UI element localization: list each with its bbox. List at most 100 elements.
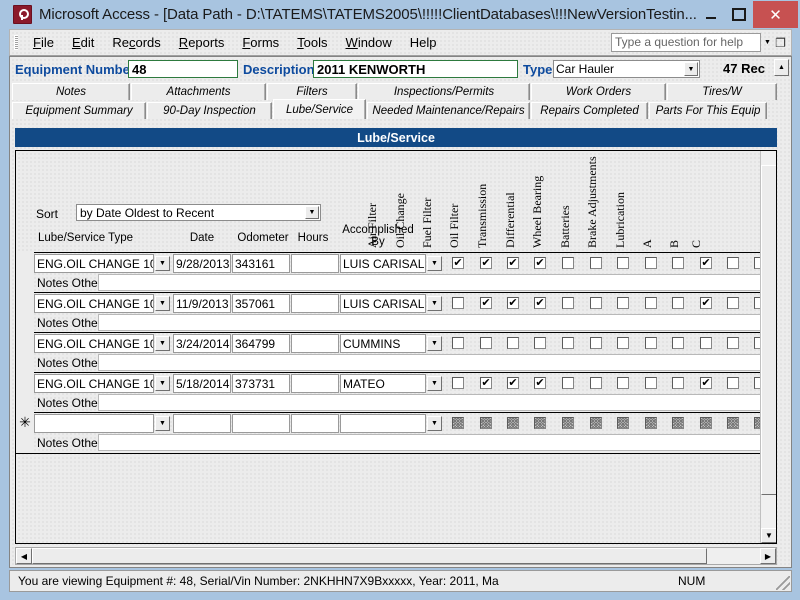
row-checkbox-transmission[interactable] [562,337,574,349]
row-type-dropdown-button[interactable]: ▼ [155,296,170,311]
row-notes-field[interactable] [98,394,761,411]
tab-notes[interactable]: Notes [12,83,130,100]
row-checkbox-wheel-bearing[interactable] [617,337,629,349]
hscroll-thumb[interactable] [32,548,707,564]
row-checkbox-c[interactable] [776,257,777,269]
row-checkbox-fuel-filter[interactable] [507,337,519,349]
form-horizontal-scrollbar[interactable]: ◀ ▶ [15,547,777,565]
row-hours-field[interactable] [291,294,339,313]
row-notes-field[interactable] [98,354,761,371]
row-checkbox-transmission[interactable] [562,297,574,309]
row-checkbox-batteries[interactable] [645,257,657,269]
row-checkbox-oil-change[interactable]: ✔ [480,297,492,309]
description-field[interactable]: 2011 KENWORTH [313,60,518,78]
menu-window[interactable]: Window [337,32,401,53]
row-odometer-field[interactable]: 357061 [232,294,290,313]
record-selector[interactable] [16,372,34,412]
tab-attachments[interactable]: Attachments [131,83,266,100]
row-checkbox-oil-filter[interactable]: ✔ [534,257,546,269]
row-checkbox-lubrication[interactable]: ✔ [700,377,712,389]
help-question-input[interactable]: Type a question for help [611,33,761,52]
row-checkbox-fuel-filter[interactable]: ✔ [507,257,519,269]
row-checkbox-batteries[interactable] [645,417,657,429]
row-checkbox-transmission[interactable] [562,377,574,389]
record-selector[interactable] [16,252,34,292]
row-checkbox-differential[interactable] [590,417,602,429]
tab-90-day-inspection[interactable]: 90-Day Inspection [147,102,272,119]
row-accomplished-by-field[interactable] [340,414,426,433]
row-checkbox-differential[interactable] [590,337,602,349]
row-checkbox-air-filter[interactable] [452,337,464,349]
row-type-field[interactable]: ENG.OIL CHANGE 10k [34,294,154,313]
row-odometer-field[interactable]: 343161 [232,254,290,273]
resize-grip-icon[interactable] [776,576,790,590]
row-odometer-field[interactable]: 373731 [232,374,290,393]
row-hours-field[interactable] [291,414,339,433]
row-accomplished-by-dropdown-button[interactable]: ▼ [427,376,442,391]
record-scroll-up-button[interactable]: ▲ [774,59,789,76]
row-hours-field[interactable] [291,374,339,393]
row-accomplished-by-field[interactable]: CUMMINS [340,334,426,353]
row-checkbox-wheel-bearing[interactable] [617,297,629,309]
row-checkbox-brake-adjustments[interactable] [672,257,684,269]
tab-work-orders[interactable]: Work Orders [531,83,666,100]
record-selector[interactable] [16,332,34,372]
row-checkbox-a[interactable] [727,297,739,309]
hscroll-right-button[interactable]: ▶ [760,548,776,564]
row-notes-field[interactable] [98,274,761,291]
row-odometer-field[interactable]: 364799 [232,334,290,353]
tab-parts-for-this-equip[interactable]: Parts For This Equip [649,102,767,119]
row-checkbox-brake-adjustments[interactable] [672,337,684,349]
row-checkbox-a[interactable] [727,417,739,429]
row-type-field[interactable]: ENG.OIL CHANGE 10k [34,374,154,393]
panel-vertical-scrollbar[interactable]: ▼ [760,151,776,543]
tab-needed-maintenance-repairs[interactable]: Needed Maintenance/Repairs [367,102,530,119]
row-checkbox-fuel-filter[interactable] [507,417,519,429]
row-date-field[interactable]: 5/18/2014 [173,374,231,393]
row-checkbox-c[interactable] [776,377,777,389]
row-accomplished-by-dropdown-button[interactable]: ▼ [427,416,442,431]
tab-filters[interactable]: Filters [267,83,357,100]
row-checkbox-oil-change[interactable]: ✔ [480,377,492,389]
menu-forms[interactable]: Forms [233,32,288,53]
row-checkbox-c[interactable] [776,297,777,309]
row-checkbox-wheel-bearing[interactable] [617,417,629,429]
row-checkbox-fuel-filter[interactable]: ✔ [507,297,519,309]
row-checkbox-brake-adjustments[interactable] [672,377,684,389]
row-accomplished-by-dropdown-button[interactable]: ▼ [427,256,442,271]
row-checkbox-brake-adjustments[interactable] [672,297,684,309]
row-checkbox-transmission[interactable] [562,417,574,429]
row-accomplished-by-field[interactable]: MATEO [340,374,426,393]
chevron-down-icon[interactable]: ▼ [305,206,319,219]
row-accomplished-by-field[interactable]: LUIS CARISALE [340,254,426,273]
row-checkbox-oil-change[interactable] [480,337,492,349]
maximize-button[interactable] [725,0,753,29]
new-record-selector[interactable]: ✳ [16,412,34,452]
row-checkbox-lubrication[interactable]: ✔ [700,297,712,309]
row-checkbox-air-filter[interactable] [452,297,464,309]
menu-edit[interactable]: Edit [63,32,103,53]
row-accomplished-by-dropdown-button[interactable]: ▼ [427,296,442,311]
menu-reports[interactable]: Reports [170,32,234,53]
row-odometer-field[interactable] [232,414,290,433]
row-accomplished-by-field[interactable]: LUIS CARISALE [340,294,426,313]
chevron-down-icon[interactable]: ▼ [761,33,774,52]
row-type-dropdown-button[interactable]: ▼ [155,256,170,271]
row-checkbox-differential[interactable] [590,297,602,309]
row-type-dropdown-button[interactable]: ▼ [155,336,170,351]
row-date-field[interactable]: 11/9/2013 [173,294,231,313]
row-date-field[interactable] [173,414,231,433]
row-type-field[interactable]: ENG.OIL CHANGE 10k [34,334,154,353]
row-checkbox-oil-filter[interactable] [534,337,546,349]
record-selector[interactable] [16,292,34,332]
equipment-number-field[interactable]: 48 [128,60,238,78]
row-checkbox-transmission[interactable] [562,257,574,269]
dock-window-icon[interactable]: ❐ [774,33,787,52]
sort-combobox[interactable]: by Date Oldest to Recent ▼ [76,204,321,221]
row-checkbox-lubrication[interactable] [700,337,712,349]
row-checkbox-oil-filter[interactable]: ✔ [534,377,546,389]
row-checkbox-brake-adjustments[interactable] [672,417,684,429]
tab-repairs-completed[interactable]: Repairs Completed [531,102,648,119]
row-checkbox-differential[interactable] [590,377,602,389]
row-checkbox-lubrication[interactable] [700,417,712,429]
